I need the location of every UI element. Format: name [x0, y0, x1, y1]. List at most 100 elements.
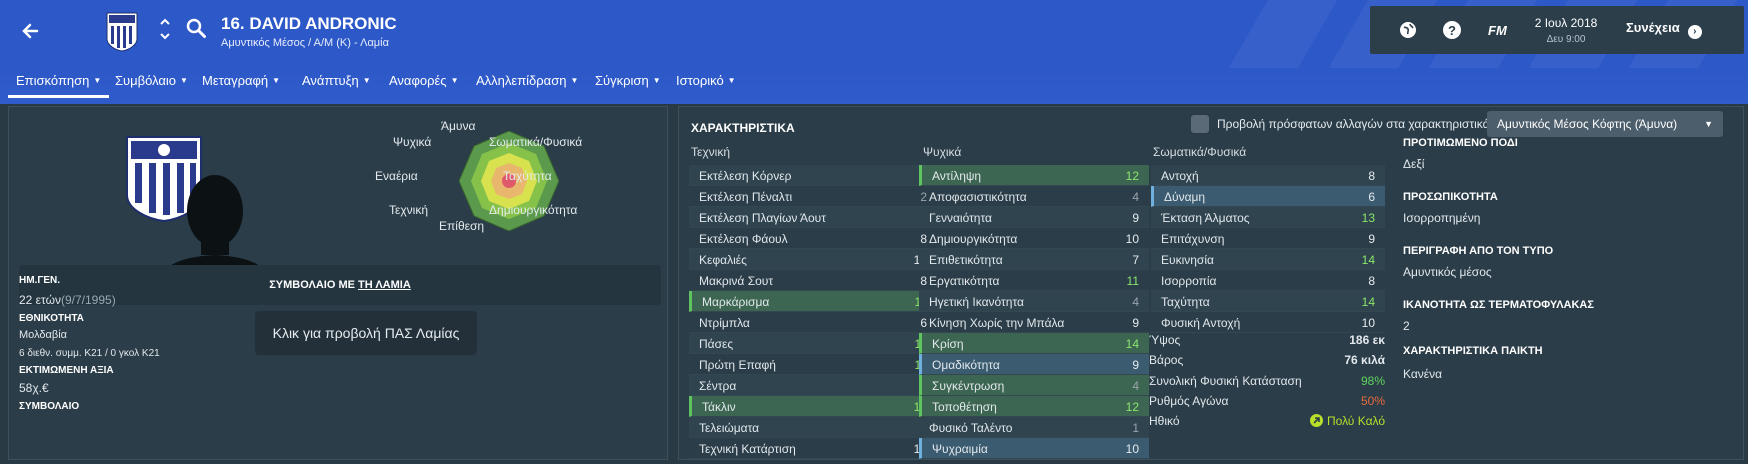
morale-value: Πολύ Καλό [1309, 414, 1385, 428]
attribute-row[interactable]: Ηγετική Ικανότητα 4 [919, 291, 1149, 312]
nationality-label: ΕΘΝΙΚΟΤΗΤΑ [19, 313, 84, 324]
attribute-row[interactable]: Ισορροπία 8 [1151, 270, 1385, 291]
attribute-name: Τελειώματα [699, 421, 760, 435]
globe-icon[interactable] [1396, 18, 1420, 42]
chevron-down-icon: ▼ [180, 76, 188, 85]
attribute-value: 8 [1368, 274, 1375, 288]
search-icon[interactable] [184, 16, 208, 40]
tab-label: Ιστορικό [676, 73, 724, 88]
attribute-name: Πρώτη Επαφή [699, 358, 776, 372]
role-select-dropdown[interactable]: Αμυντικός Μέσος Κόφτης (Άμυνα) ▼ [1487, 111, 1723, 137]
attribute-row[interactable]: Εκτέλεση Κόρνερ5 [689, 165, 937, 186]
personality-label: ΠΡΟΣΩΠΙΚΟΤΗΤΑ [1403, 191, 1498, 203]
tab-interaction[interactable]: Αλληλεπίδραση ▼ [476, 73, 578, 88]
chevron-right-icon: › [1687, 25, 1702, 39]
pas-lamia-button[interactable]: Κλικ για προβολή ΠΑΣ Λαμίας [255, 311, 477, 355]
attribute-row[interactable]: Αντίληψη 12 [919, 165, 1149, 186]
tab-comparison[interactable]: Σύγκριση ▼ [595, 73, 661, 88]
attribute-row[interactable]: Τεχνική Κατάρτιση10 [689, 438, 937, 459]
morale-row[interactable]: Ηθικό Πολύ Καλό [1149, 414, 1385, 434]
age-value: 22 ετών [19, 293, 61, 307]
attribute-row[interactable]: Εκτέλεση Πλαγίων Άουτ5 [689, 207, 937, 228]
tab-overview[interactable]: Επισκόπηση ▼ [7, 73, 110, 98]
attribute-row[interactable]: Εκτέλεση Φάουλ 8 [689, 228, 937, 249]
player-traits-label: ΧΑΡΑΚΤΗΡΙΣΤΙΚΑ ΠΑΙΚΤΗ [1403, 345, 1543, 357]
radar-label-attacking: Επίθεση [439, 219, 485, 233]
chevron-down-icon: ▼ [652, 76, 661, 85]
attribute-value: 10 [1125, 232, 1139, 246]
attribute-row[interactable]: Πάσες11 [689, 333, 937, 354]
attribute-row[interactable]: Σέντρα5 [689, 375, 937, 396]
attribute-row[interactable]: Φυσικό Ταλέντο 1 [919, 417, 1149, 438]
attribute-row[interactable]: Φυσική Αντοχή 10 [1151, 312, 1385, 333]
attribute-row[interactable]: Τελειώματα7 [689, 417, 937, 438]
tab-development[interactable]: Ανάπτυξη ▼ [302, 73, 371, 88]
attribute-row[interactable]: Εκτέλεση Πέναλτι 2 [689, 186, 937, 207]
attribute-row[interactable]: Ντρίμπλα 6 [689, 312, 937, 333]
tab-contract[interactable]: Συμβόλαιο ▼ [115, 73, 188, 88]
tab-history[interactable]: Ιστορικό ▼ [676, 73, 736, 88]
attribute-row[interactable]: Κρίση 14 [919, 333, 1149, 354]
attribute-row[interactable]: Μαρκάρισμα11 [689, 291, 937, 312]
attribute-name: Εκτέλεση Πλαγίων Άουτ [699, 211, 826, 225]
attribute-row[interactable]: Αντοχή 8 [1151, 165, 1385, 186]
attribute-row[interactable]: Κεφαλιές10 [689, 249, 937, 270]
attribute-row[interactable]: Τάκλιν14 [689, 396, 937, 417]
attribute-row[interactable]: Γενναιότητα 9 [919, 207, 1149, 228]
morale-arrow-icon [1309, 414, 1323, 427]
attribute-name: Αντίληψη [932, 169, 982, 183]
attribute-name: Αποφασιστικότητα [929, 190, 1027, 204]
attribute-row[interactable]: Ομαδικότητα 9 [919, 354, 1149, 375]
tab-label: Ανάπτυξη [302, 73, 359, 88]
attribute-row[interactable]: Δύναμη 6 [1151, 186, 1385, 207]
attribute-name: Εκτέλεση Πέναλτι [699, 190, 793, 204]
match-sharpness-value: 50% [1360, 394, 1385, 408]
attribute-row[interactable]: Μακρινά Σουτ 8 [689, 270, 937, 291]
attribute-row[interactable]: Επιθετικότητα 7 [919, 249, 1149, 270]
nationality-value[interactable]: Μολδαβία [19, 329, 67, 341]
preferred-foot-label: ΠΡΟΤΙΜΩΜΕΝΟ ΠΟΔΙ [1403, 137, 1518, 149]
attribute-row[interactable]: Πρώτη Επαφή11 [689, 354, 937, 375]
dob-label: ΗΜ.ΓΕΝ. [19, 275, 61, 286]
club-badge-small[interactable] [106, 12, 138, 52]
height-label: Ύψος [1149, 333, 1181, 347]
continue-button[interactable]: Συνέχεια › [1626, 20, 1702, 39]
attribute-row[interactable]: Ταχύτητα 14 [1151, 291, 1385, 312]
attribute-row[interactable]: Ψυχραιμία 10 [919, 438, 1149, 459]
attribute-name: Δύναμη [1164, 190, 1206, 204]
recent-changes-checkbox[interactable] [1191, 115, 1209, 133]
radar-label-aerial: Εναέρια [375, 169, 418, 183]
attribute-row[interactable]: Συγκέντρωση 4 [919, 375, 1149, 396]
radar-label-speed: Ταχύτητα [503, 169, 552, 183]
morale-label: Ηθικό [1149, 414, 1180, 428]
tab-reports[interactable]: Αναφορές ▼ [389, 73, 459, 88]
attribute-row[interactable]: Δημιουργικότητα 10 [919, 228, 1149, 249]
chevron-down-icon: ▼ [570, 76, 579, 85]
attribute-row[interactable]: Αποφασιστικότητα 4 [919, 186, 1149, 207]
technical-header: Τεχνική [691, 145, 730, 159]
back-arrow-icon[interactable] [14, 14, 48, 48]
attribute-row[interactable]: Ευκινησία 14 [1151, 249, 1385, 270]
fm-logo[interactable]: FM [1488, 23, 1507, 38]
attribute-row[interactable]: Έκταση Άλματος 13 [1151, 207, 1385, 228]
attribute-radar-chart: Άμυνα Ψυχικά Σωματικά/Φυσικά Εναέρια Ταχ… [359, 117, 659, 257]
attribute-name: Τοποθέτηση [932, 400, 997, 414]
attributes-title: ΧΑΡΑΚΤΗΡΙΣΤΙΚΑ [691, 121, 795, 135]
tab-label: Αναφορές [389, 73, 447, 88]
radar-label-defending: Άμυνα [441, 119, 476, 133]
contract-club-link[interactable]: ΤΗ ΛΑΜΙΑ [358, 279, 411, 291]
tab-label: Συμβόλαιο [115, 73, 177, 88]
attribute-row[interactable]: Κίνηση Χωρίς την Μπάλα 9 [919, 312, 1149, 333]
attribute-row[interactable]: Τοποθέτηση 12 [919, 396, 1149, 417]
chevron-up-down-icon[interactable] [158, 16, 172, 46]
attribute-row[interactable]: Επιτάχυνση 9 [1151, 228, 1385, 249]
attribute-name: Συγκέντρωση [932, 379, 1005, 393]
tab-transfer[interactable]: Μεταγραφή ▼ [202, 73, 280, 88]
attribute-value: 9 [1132, 358, 1139, 372]
mental-attributes-list: Αντίληψη 12 Αποφασιστικότητα 4 Γενναιότητα 9 Δ… [919, 165, 1149, 459]
help-icon[interactable]: ? [1440, 18, 1464, 42]
attribute-value: 12 [1125, 169, 1139, 183]
attribute-name: Τεχνική Κατάρτιση [699, 442, 796, 456]
attribute-row[interactable]: Εργατικότητα 11 [919, 270, 1149, 291]
radar-label-mental: Ψυχικά [393, 135, 432, 149]
